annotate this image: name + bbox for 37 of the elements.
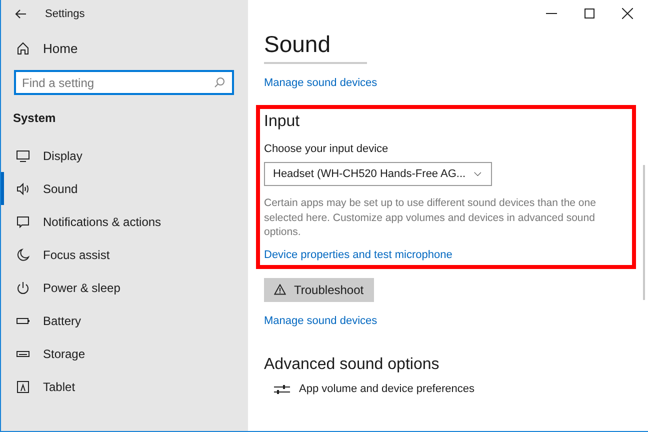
monitor-icon (16, 148, 30, 162)
device-properties-link[interactable]: Device properties and test microphone (264, 248, 452, 260)
sidebar-item[interactable]: Power & sleep (1, 271, 248, 304)
section-heading: System (12, 110, 57, 127)
back-icon[interactable] (15, 9, 27, 19)
home-nav-item[interactable]: Home (1, 28, 248, 68)
home-icon (16, 41, 30, 55)
speaker-icon (16, 182, 30, 196)
section-heading: Advanced sound options (264, 356, 440, 374)
chevron-down-icon (474, 171, 481, 177)
maximize-icon[interactable] (584, 8, 595, 19)
window-title: Settings (45, 8, 85, 20)
settings-link-item[interactable]: App volume and device preferences (274, 382, 474, 394)
sidebar-item[interactable]: Display (1, 139, 248, 172)
sidebar-item[interactable]: Tablet (1, 370, 248, 403)
page-title: Sound (264, 31, 331, 58)
sliders-icon (274, 384, 290, 394)
manage-devices-link[interactable]: Manage sound devices (264, 314, 378, 326)
input-device-dropdown[interactable]: Headset (WH-CH520 Hands-Free AG... (264, 162, 492, 186)
search-field[interactable]: Find a setting (14, 70, 234, 95)
sidebar-item[interactable]: Battery (1, 304, 248, 337)
troubleshoot-button[interactable]: Troubleshoot (264, 278, 374, 302)
sidebar-item[interactable]: Notifications & actions (1, 205, 248, 238)
power-icon (16, 280, 30, 294)
tablet-icon (16, 380, 30, 394)
sidebar-item[interactable]: Focus assist (1, 238, 248, 271)
search-icon[interactable] (214, 77, 225, 88)
sidebar-item[interactable]: Storage (1, 337, 248, 370)
manage-devices-link[interactable]: Manage sound devices (264, 77, 378, 89)
warning-icon (274, 284, 286, 295)
field-label: Choose your input device (264, 143, 388, 155)
description-text: Certain apps may be set up to use different sound devices than the one selected here. Customize app volumes and devices in advanced sound options. (264, 196, 597, 240)
section-heading: Input (264, 113, 300, 131)
close-icon[interactable] (622, 8, 633, 19)
moon-icon (16, 248, 30, 262)
scrollbar[interactable] (643, 165, 645, 300)
speech-bubble-icon (16, 214, 30, 228)
